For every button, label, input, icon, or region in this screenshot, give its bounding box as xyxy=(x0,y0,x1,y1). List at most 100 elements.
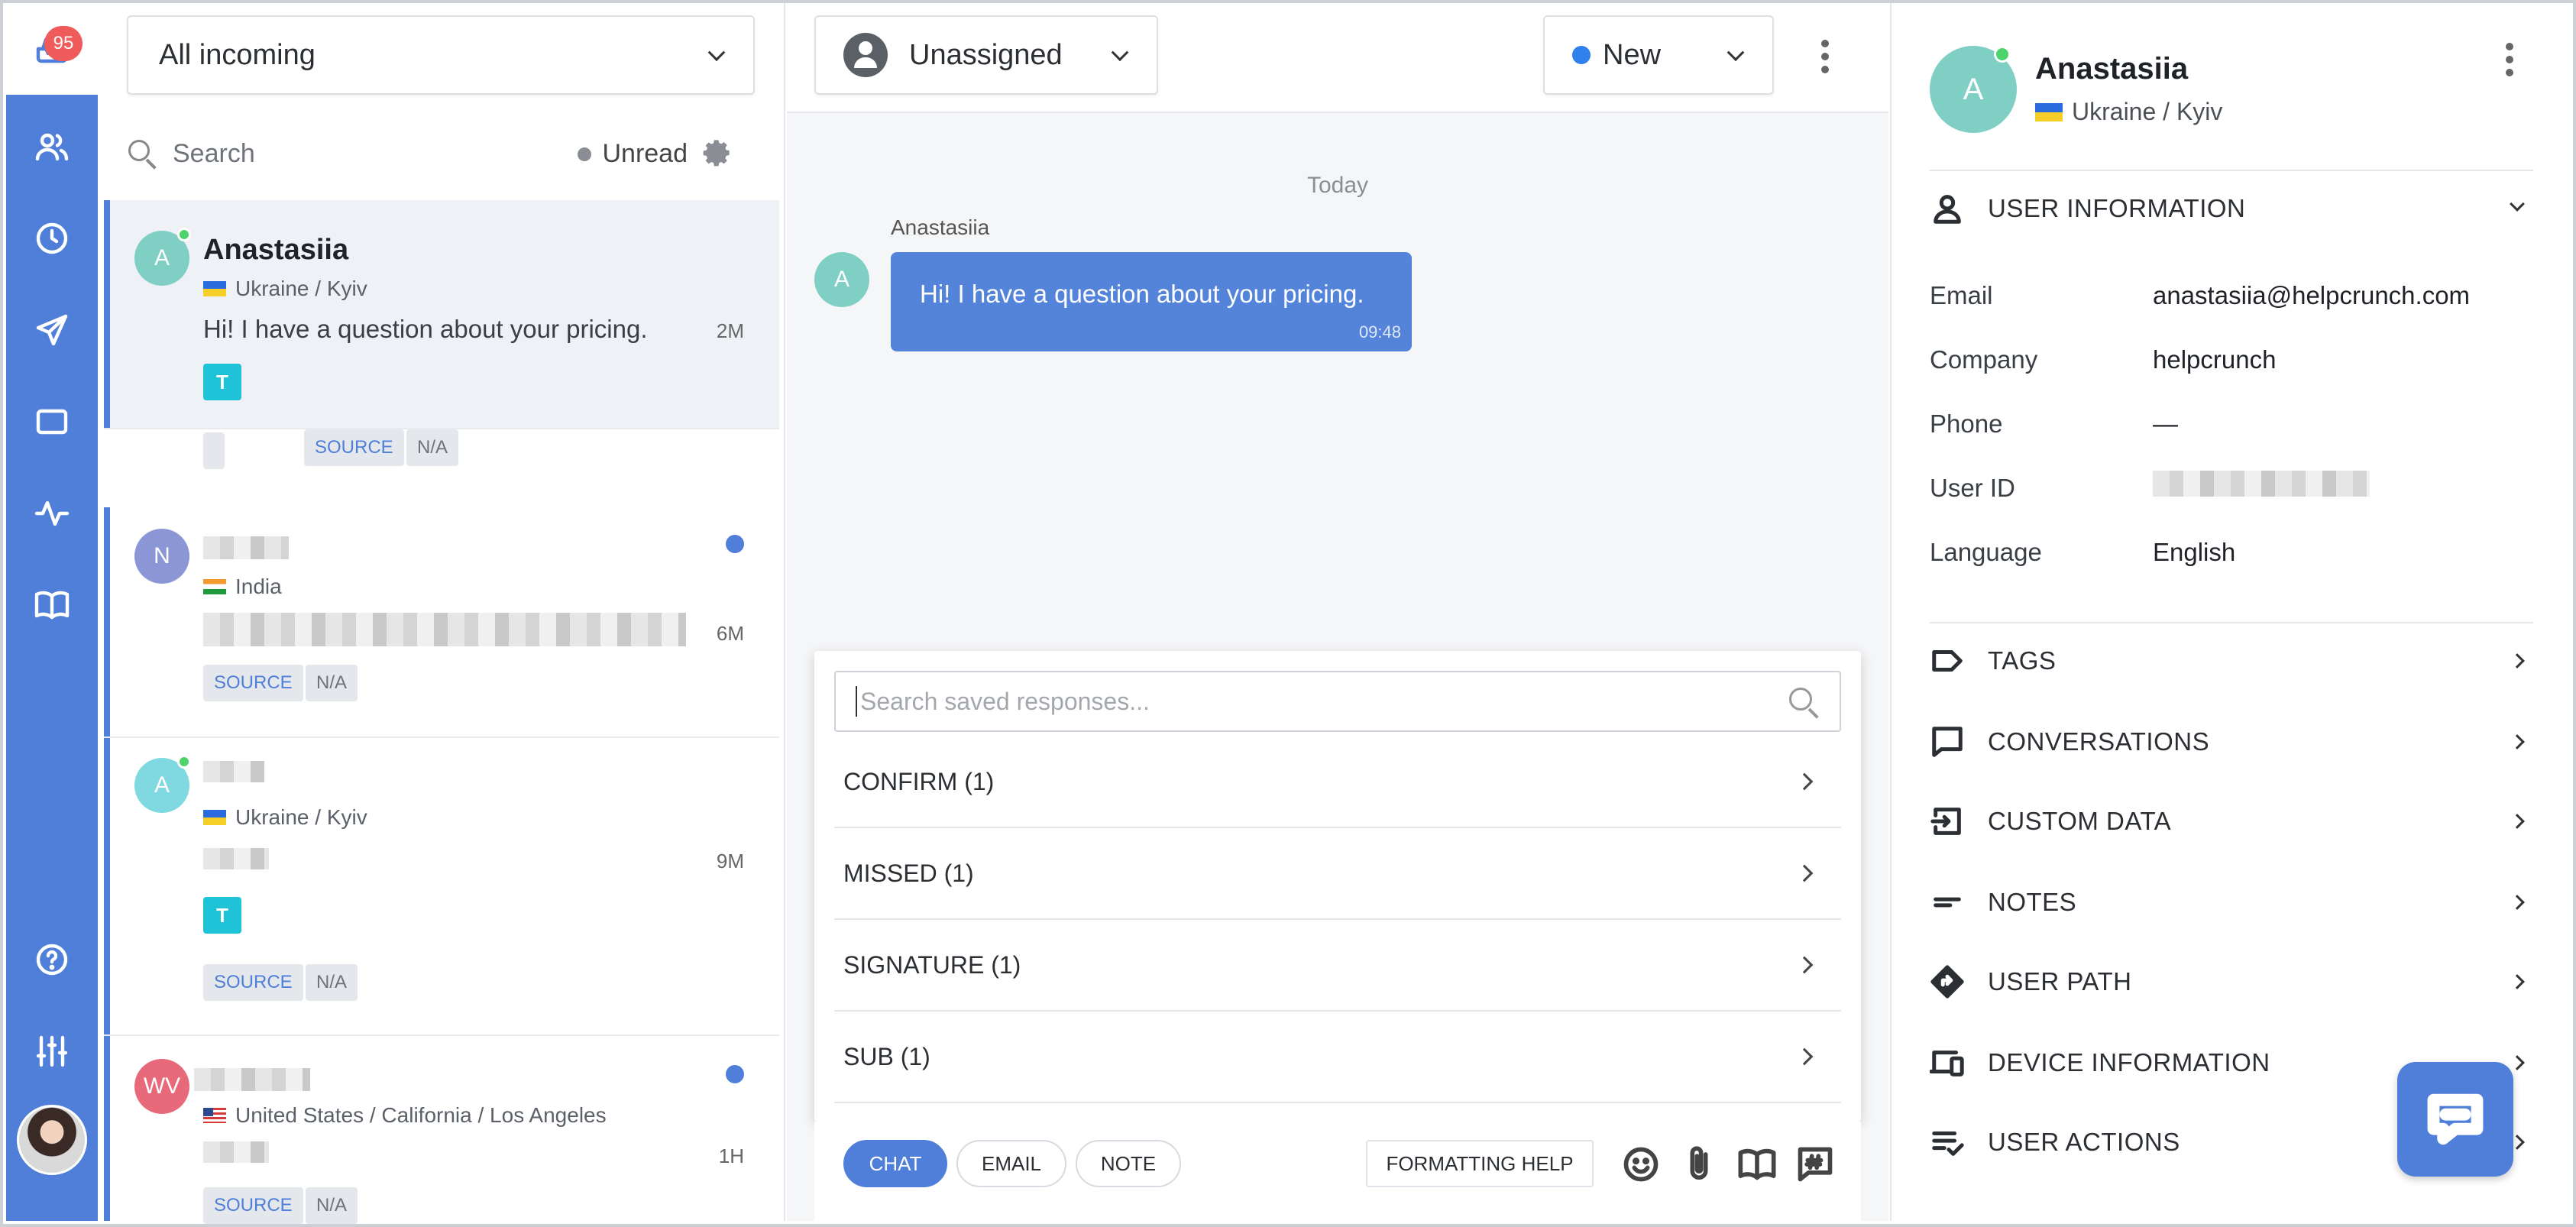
message-time: 6M xyxy=(716,622,744,645)
na-chip: N/A xyxy=(406,429,459,466)
online-indicator xyxy=(1994,46,2011,63)
selected-indicator xyxy=(104,200,110,428)
message-sender: Anastasiia xyxy=(891,215,990,239)
more-options-icon[interactable] xyxy=(1821,40,1830,73)
chevron-right-icon xyxy=(1795,1047,1814,1066)
source-chip: SOURCE xyxy=(203,665,303,701)
status-dot-icon xyxy=(1572,46,1591,64)
nav-knowledge-base[interactable] xyxy=(6,559,98,651)
chat-bubble-icon xyxy=(1930,724,1965,759)
saved-responses-popup: Search saved responses... CONFIRM (1) MI… xyxy=(814,651,1861,1122)
email-mode-button[interactable]: EMAIL xyxy=(956,1140,1066,1187)
user-location: Ukraine / Kyiv xyxy=(2035,98,2222,126)
nav-popups[interactable] xyxy=(6,376,98,468)
checklist-icon xyxy=(1930,1125,1965,1160)
user-name: Anastasiia xyxy=(2035,52,2189,86)
assignee-selector[interactable]: Unassigned xyxy=(814,15,1158,95)
saved-responses-search[interactable]: Search saved responses... xyxy=(834,671,1841,732)
attachment-icon[interactable] xyxy=(1679,1144,1719,1184)
saved-responses-icon[interactable] xyxy=(1795,1144,1835,1184)
search-input[interactable]: Search xyxy=(173,139,255,169)
redacted-name xyxy=(194,1068,310,1091)
nav-contacts[interactable] xyxy=(6,101,98,193)
conversation-item[interactable]: A Anastasiia Ukraine / Kyiv Hi! I have a… xyxy=(104,200,779,469)
online-indicator xyxy=(177,228,191,241)
last-message-preview: Hi! I have a question about your pricing… xyxy=(203,315,648,343)
chat-header: Unassigned New xyxy=(787,3,1888,113)
nav-analytics[interactable] xyxy=(6,468,98,559)
agent-avatar[interactable] xyxy=(17,1105,87,1175)
chat-widget-icon xyxy=(2427,1093,2484,1145)
directions-icon xyxy=(1930,964,1965,999)
formatting-help-button[interactable]: FORMATTING HELP xyxy=(1366,1140,1594,1187)
chevron-right-icon xyxy=(1795,956,1814,974)
notes-section-header[interactable]: NOTES xyxy=(1930,876,2533,929)
conversations-section-header[interactable]: CONVERSATIONS xyxy=(1930,715,2533,769)
message-timestamp: 09:48 xyxy=(1358,322,1401,342)
devices-icon xyxy=(1929,1045,1965,1080)
chevron-right-icon xyxy=(2510,974,2525,989)
saved-response-folder[interactable]: SIGNATURE (1) xyxy=(834,920,1841,1012)
unread-dot-icon xyxy=(578,147,592,161)
status-label: New xyxy=(1603,38,1662,71)
book-icon xyxy=(34,591,70,620)
saved-responses-search-input[interactable]: Search saved responses... xyxy=(860,688,1150,716)
redacted-message xyxy=(203,848,269,869)
knowledge-base-icon[interactable] xyxy=(1737,1144,1777,1184)
phone-value[interactable]: — xyxy=(2153,410,2178,439)
emoji-icon[interactable] xyxy=(1621,1144,1661,1184)
conversation-item[interactable]: A Ukraine / Kyiv 9M T SOURCE N/A xyxy=(104,738,779,1036)
email-value[interactable]: anastasiia@helpcrunch.com xyxy=(2153,281,2470,310)
field-label: Company xyxy=(1930,345,2038,374)
na-chip: N/A xyxy=(306,665,358,701)
contact-name: Anastasiia xyxy=(203,234,349,266)
tag-badge[interactable]: T xyxy=(203,364,241,400)
person-icon xyxy=(1930,191,1965,226)
tag-badge[interactable]: T xyxy=(203,897,241,934)
redacted-name xyxy=(203,761,264,782)
conversation-item[interactable]: N India 6M SOURCE N/A xyxy=(104,507,779,738)
ukraine-flag-icon xyxy=(203,810,226,825)
saved-response-folder[interactable]: MISSED (1) xyxy=(834,828,1841,920)
nav-help[interactable] xyxy=(6,914,98,1005)
tags-section-header[interactable]: TAGS xyxy=(1930,634,2533,688)
inbox-selector[interactable]: All incoming xyxy=(127,15,755,95)
saved-response-folder[interactable]: CONFIRM (1) xyxy=(834,737,1841,828)
nav-history[interactable] xyxy=(6,193,98,284)
chevron-right-icon xyxy=(2510,653,2525,669)
chevron-right-icon xyxy=(2510,734,2525,749)
contact-location: India xyxy=(203,575,282,599)
notes-icon xyxy=(1930,885,1965,920)
note-mode-button[interactable]: NOTE xyxy=(1076,1140,1181,1187)
sliders-icon xyxy=(36,1035,68,1067)
unread-filter-label: Unread xyxy=(602,139,688,168)
us-flag-icon xyxy=(203,1108,226,1123)
source-chip xyxy=(203,432,225,469)
section-title: CONVERSATIONS xyxy=(1988,727,2210,756)
section-title: USER INFORMATION xyxy=(1988,194,2246,222)
nav-campaigns[interactable] xyxy=(6,284,98,376)
field-label: Phone xyxy=(1930,410,2003,438)
search-icon xyxy=(1788,686,1821,720)
custom-data-section-header[interactable]: CUSTOM DATA xyxy=(1930,795,2533,848)
conversation-item[interactable]: WV United States / California / Los Ange… xyxy=(104,1036,779,1224)
gear-icon[interactable] xyxy=(701,138,732,168)
redacted-name xyxy=(203,536,289,559)
unread-filter[interactable]: Unread xyxy=(578,139,688,169)
language-value[interactable]: English xyxy=(2153,538,2235,567)
conversation-search: Search Unread xyxy=(127,125,761,182)
nav-inbox[interactable]: 95 xyxy=(6,3,98,95)
saved-response-folder[interactable]: SUB (1) xyxy=(834,1012,1841,1103)
chat-widget-button[interactable] xyxy=(2397,1062,2513,1177)
user-information-section-header[interactable]: USER INFORMATION xyxy=(1930,182,2533,235)
contact-location-text: Ukraine / Kyiv xyxy=(235,805,367,829)
company-value[interactable]: helpcrunch xyxy=(2153,345,2276,374)
user-path-section-header[interactable]: USER PATH xyxy=(1930,955,2533,1008)
nav-settings[interactable] xyxy=(6,1005,98,1097)
chat-mode-button[interactable]: CHAT xyxy=(843,1140,947,1187)
section-title: USER PATH xyxy=(1988,967,2132,996)
status-selector[interactable]: New xyxy=(1543,15,1774,95)
section-title: NOTES xyxy=(1988,888,2077,916)
search-icon xyxy=(127,138,157,170)
more-options-icon[interactable] xyxy=(2506,43,2515,76)
